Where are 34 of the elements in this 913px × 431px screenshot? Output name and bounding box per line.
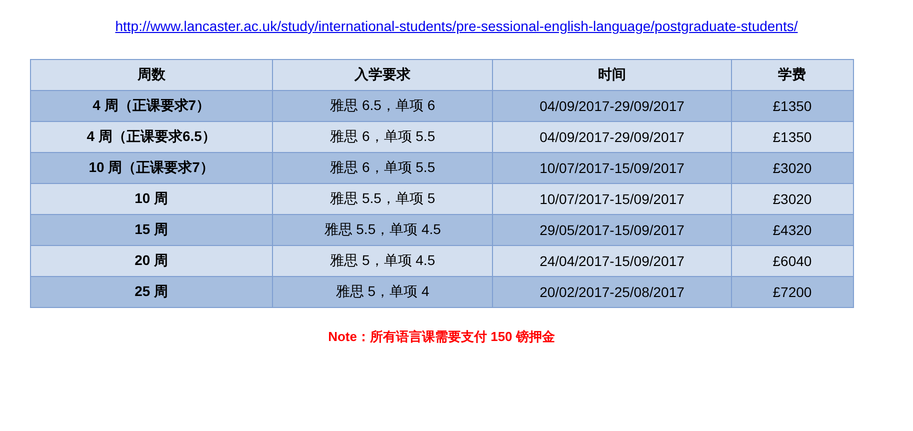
table-cell: 10/07/2017-15/09/2017 <box>492 152 732 184</box>
column-header: 周数 <box>30 60 273 90</box>
table-cell: 雅思 5，单项 4 <box>272 276 493 308</box>
table-cell: 雅思 6，单项 5.5 <box>272 122 493 152</box>
table-cell: 雅思 6，单项 5.5 <box>272 152 493 184</box>
table-cell: 雅思 5.5，单项 4.5 <box>272 214 493 246</box>
table-cell: 4 周（正课要求7） <box>30 90 273 122</box>
column-header: 入学要求 <box>272 60 493 90</box>
table-cell: £1350 <box>731 122 853 152</box>
deposit-note: Note：所有语言课需要支付 150 镑押金 <box>328 328 555 346</box>
table-cell: 04/09/2017-29/09/2017 <box>492 90 732 122</box>
table-cell: 20 周 <box>30 246 273 276</box>
table-cell: £6040 <box>731 246 853 276</box>
table-cell: 24/04/2017-15/09/2017 <box>492 246 732 276</box>
table-cell: 20/02/2017-25/08/2017 <box>492 276 732 308</box>
table-cell: £1350 <box>731 90 853 122</box>
table-cell: £4320 <box>731 214 853 246</box>
table-cell: £3020 <box>731 152 853 184</box>
table-cell: 雅思 6.5，单项 6 <box>272 90 493 122</box>
table-cell: 04/09/2017-29/09/2017 <box>492 122 732 152</box>
url-link[interactable]: http://www.lancaster.ac.uk/study/international-students/pre-sessional-english-language/postgraduate-students/ <box>115 18 798 34</box>
column-header: 学费 <box>731 60 853 90</box>
table-cell: 雅思 5.5，单项 5 <box>272 184 493 214</box>
table-cell: 4 周（正课要求6.5） <box>30 122 273 152</box>
table-cell: £3020 <box>731 184 853 214</box>
column-header: 时间 <box>492 60 732 90</box>
table-cell: 10/07/2017-15/09/2017 <box>492 184 732 214</box>
table-cell: 10 周 <box>30 184 273 214</box>
table-cell: 10 周（正课要求7） <box>30 152 273 184</box>
table-cell: 15 周 <box>30 214 273 246</box>
table-cell: 29/05/2017-15/09/2017 <box>492 214 732 246</box>
table-cell: 雅思 5，单项 4.5 <box>272 246 493 276</box>
table-cell: £7200 <box>731 276 853 308</box>
table-cell: 25 周 <box>30 276 273 308</box>
